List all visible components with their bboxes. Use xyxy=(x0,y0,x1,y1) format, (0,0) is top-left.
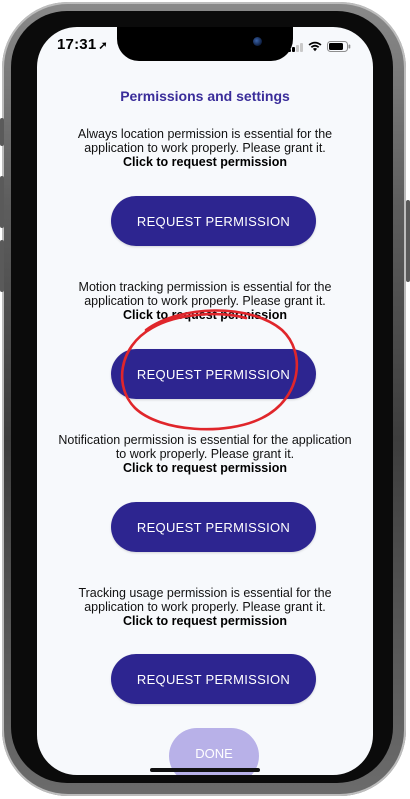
app-screen: 17:31 ➚ Permissions and settings Always l… xyxy=(37,27,373,775)
volume-down-button xyxy=(0,240,4,292)
permission-hint: Click to request permission xyxy=(123,614,287,628)
battery-icon xyxy=(327,41,351,52)
request-motion-permission-button[interactable]: REQUEST PERMISSION xyxy=(111,349,316,399)
request-location-permission-button[interactable]: REQUEST PERMISSION xyxy=(111,196,316,246)
front-camera-icon xyxy=(253,37,262,46)
permission-description: Always location permission is essential … xyxy=(77,127,333,155)
home-indicator xyxy=(150,768,260,772)
page-title: Permissions and settings xyxy=(120,88,290,104)
wifi-icon xyxy=(308,41,322,52)
permission-section-notification: Notification permission is essential for… xyxy=(55,433,355,476)
permission-hint: Click to request permission xyxy=(123,461,287,475)
location-arrow-icon: ➚ xyxy=(98,40,108,52)
permission-description: Notification permission is essential for… xyxy=(58,433,352,461)
status-time: 17:31 ➚ xyxy=(57,36,108,53)
volume-up-button xyxy=(0,176,4,228)
permission-section-tracking: Tracking usage permission is essential f… xyxy=(55,586,355,629)
permission-hint: Click to request permission xyxy=(123,308,287,322)
notch xyxy=(117,27,293,61)
request-notification-permission-button[interactable]: REQUEST PERMISSION xyxy=(111,502,316,552)
request-tracking-permission-button[interactable]: REQUEST PERMISSION xyxy=(111,654,316,704)
status-icons xyxy=(288,41,351,52)
permission-hint: Click to request permission xyxy=(123,155,287,169)
permission-description: Tracking usage permission is essential f… xyxy=(78,586,332,614)
silent-switch xyxy=(0,118,4,146)
permission-description: Motion tracking permission is essential … xyxy=(78,280,332,308)
power-button xyxy=(406,200,410,282)
permission-section-location: Always location permission is essential … xyxy=(55,127,355,170)
cellular-signal-icon xyxy=(288,42,303,52)
permission-section-motion: Motion tracking permission is essential … xyxy=(55,280,355,323)
